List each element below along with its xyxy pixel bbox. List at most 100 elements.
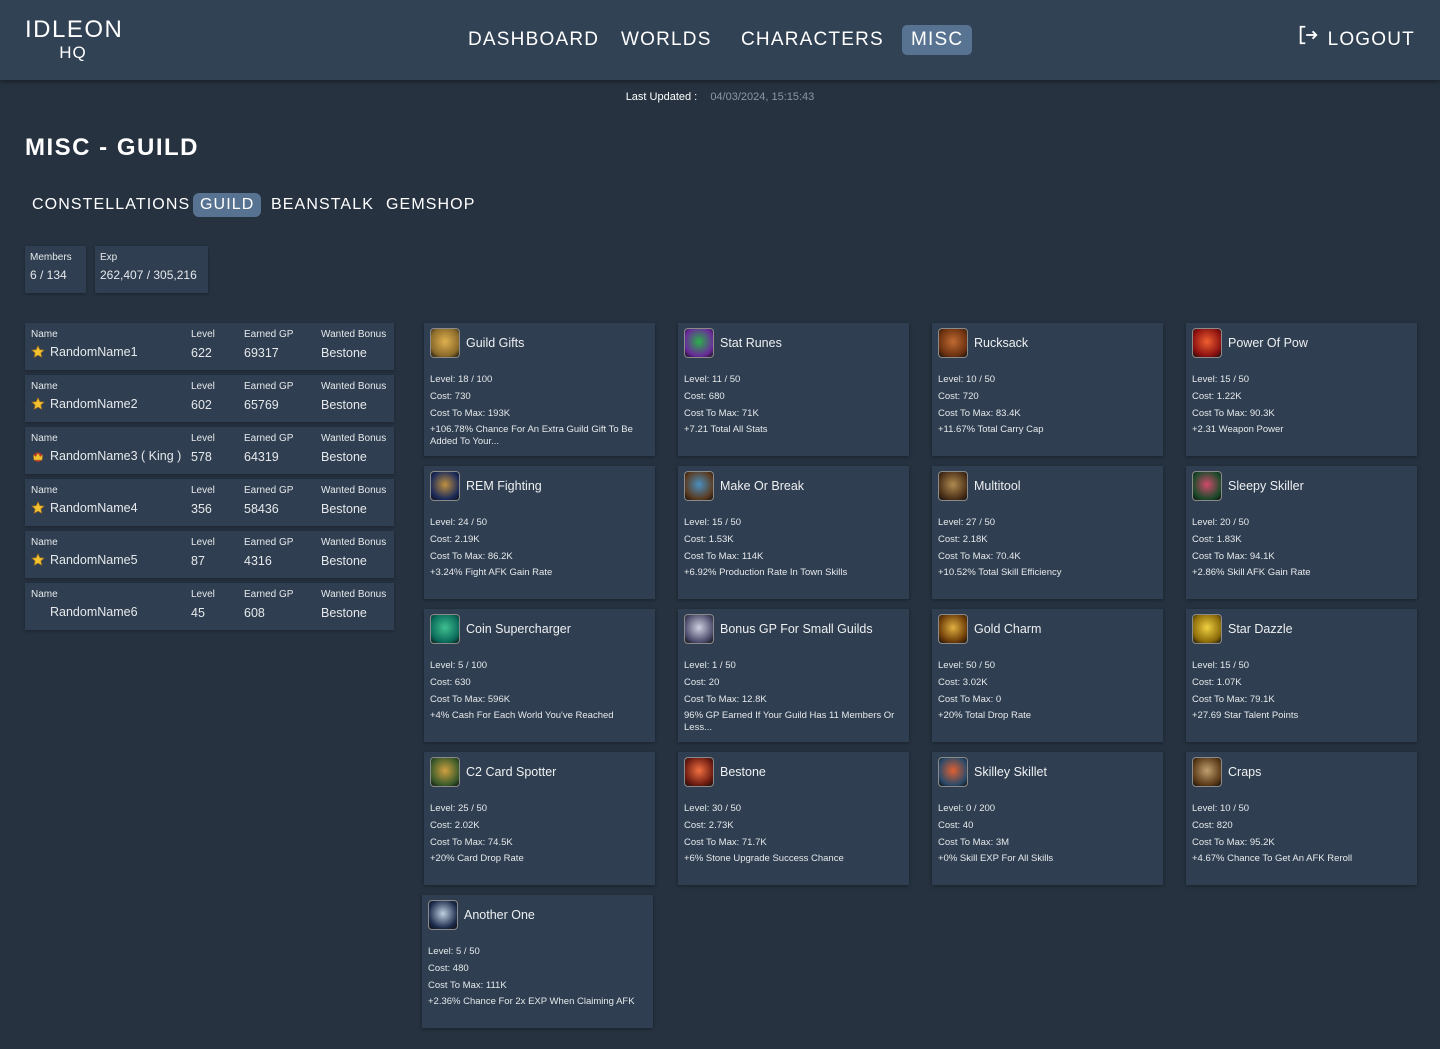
bonus-description: +7.21 Total All Stats xyxy=(684,424,768,435)
member-level: 356 xyxy=(191,502,212,516)
bonus-card-header: Star Dazzle xyxy=(1192,614,1411,644)
bonus-description: +20% Card Drop Rate xyxy=(430,853,524,864)
member-row: Name Level Earned GP Wanted Bonus RandomName… xyxy=(25,427,394,474)
bonus-card-header: Skilley Skillet xyxy=(938,757,1157,787)
bonus-cost: Cost: 1.22K xyxy=(1192,391,1242,402)
tab-gemshop[interactable]: GEMSHOP xyxy=(379,193,483,217)
member-gp: 608 xyxy=(244,606,265,620)
bonus-name: Another One xyxy=(464,908,535,922)
bonus-card-header: Stat Runes xyxy=(684,328,903,358)
bonus-description: 96% GP Earned If Your Guild Has 11 Membe… xyxy=(684,710,895,733)
bonus-description: +11.67% Total Carry Cap xyxy=(938,424,1044,435)
bonus-cost: Cost: 480 xyxy=(428,963,469,974)
member-name-cell: RandomName2 xyxy=(31,397,138,411)
bonus-level: Level: 15 / 50 xyxy=(684,517,742,528)
bonus-cost: Cost: 2.02K xyxy=(430,820,480,831)
name-header: Name xyxy=(31,485,58,496)
bonus-description: +20% Total Drop Rate xyxy=(938,710,1032,721)
member-gp: 69317 xyxy=(244,346,279,360)
members-stat-value: 6 / 134 xyxy=(30,268,67,282)
guild-bonus-card: Rucksack Level: 10 / 50 Cost: 720 Cost To M… xyxy=(932,323,1163,456)
star-dazzle-icon xyxy=(1192,614,1222,644)
bonus-level: Level: 10 / 50 xyxy=(1192,803,1250,814)
bonus-cost-to-max: Cost To Max: 71K xyxy=(684,408,759,419)
bonus-name: Bonus GP For Small Guilds xyxy=(720,622,873,636)
bonus-description: +10.52% Total Skill Efficiency xyxy=(938,567,1062,578)
rank-none xyxy=(31,605,45,619)
power-icon xyxy=(1192,328,1222,358)
member-name: RandomName3 ( King ) xyxy=(50,449,182,463)
bonus-cost: Cost: 2.19K xyxy=(430,534,480,545)
logout-button[interactable]: LOGOUT xyxy=(1297,25,1415,55)
name-header: Name xyxy=(31,433,58,444)
nav-worlds[interactable]: WORLDS xyxy=(612,25,721,55)
level-header: Level xyxy=(191,589,215,600)
level-header: Level xyxy=(191,381,215,392)
exp-stat-value: 262,407 / 305,216 xyxy=(100,268,197,282)
gp-header: Earned GP xyxy=(244,329,294,340)
bonus-level: Level: 24 / 50 xyxy=(430,517,488,528)
gift-icon xyxy=(430,328,460,358)
bonus-cost-to-max: Cost To Max: 71.7K xyxy=(684,837,767,848)
last-updated-value: 04/03/2024, 15:15:43 xyxy=(710,91,815,103)
nav-characters[interactable]: CHARACTERS xyxy=(732,25,893,55)
bonus-name: Rucksack xyxy=(974,336,1029,350)
bonus-cost: Cost: 730 xyxy=(430,391,471,402)
member-name: RandomName5 xyxy=(50,553,138,567)
nav-misc[interactable]: MISC xyxy=(902,25,973,55)
member-wanted-bonus: Bestone xyxy=(321,398,367,412)
guild-bonus-card: Skilley Skillet Level: 0 / 200 Cost: 40 Cos… xyxy=(932,752,1163,885)
name-header: Name xyxy=(31,381,58,392)
bonus-name: Sleepy Skiller xyxy=(1228,479,1304,493)
guild-bonus-card: Make Or Break Level: 15 / 50 Cost: 1.53K Co… xyxy=(678,466,909,599)
guild-bonus-card: Bonus GP For Small Guilds Level: 1 / 50 Co… xyxy=(678,609,909,742)
bonus-cost: Cost: 630 xyxy=(430,677,471,688)
guild-bonus-card: Multitool Level: 27 / 50 Cost: 2.18K Cost T… xyxy=(932,466,1163,599)
tab-guild[interactable]: GUILD xyxy=(193,193,262,217)
bonus-cost: Cost: 1.53K xyxy=(684,534,734,545)
member-name: RandomName4 xyxy=(50,501,138,515)
bonus-cost-to-max: Cost To Max: 193K xyxy=(430,408,511,419)
bonus-header: Wanted Bonus xyxy=(321,329,387,340)
member-wanted-bonus: Bestone xyxy=(321,554,367,568)
bonus-name: Coin Supercharger xyxy=(466,622,571,636)
nav-dashboard[interactable]: DASHBOARD xyxy=(459,25,608,55)
bonus-name: Star Dazzle xyxy=(1228,622,1293,636)
star-icon xyxy=(31,553,45,567)
bonus-header: Wanted Bonus xyxy=(321,381,387,392)
level-header: Level xyxy=(191,485,215,496)
member-level: 622 xyxy=(191,346,212,360)
bonus-cost-to-max: Cost To Max: 3M xyxy=(938,837,1010,848)
name-header: Name xyxy=(31,589,58,600)
bonus-level: Level: 50 / 50 xyxy=(938,660,996,671)
bonus-level: Level: 5 / 50 xyxy=(428,946,480,957)
bonus-name: Stat Runes xyxy=(720,336,782,350)
bonus-name: Guild Gifts xyxy=(466,336,525,350)
members-stat: Members 6 / 134 xyxy=(25,246,86,293)
bonus-name: Multitool xyxy=(974,479,1021,493)
coin-supercharger-icon xyxy=(430,614,460,644)
tab-constellations[interactable]: CONSTELLATIONS xyxy=(25,193,197,217)
tab-beanstalk[interactable]: BEANSTALK xyxy=(264,193,381,217)
bonus-description: +106.78% Chance For An Extra Guild Gift … xyxy=(430,424,633,447)
guild-bonus-card: Stat Runes Level: 11 / 50 Cost: 680 Cost To… xyxy=(678,323,909,456)
bonus-name: C2 Card Spotter xyxy=(466,765,557,779)
gold-charm-icon xyxy=(938,614,968,644)
bonus-cost: Cost: 2.73K xyxy=(684,820,734,831)
skilley-skillet-icon xyxy=(938,757,968,787)
logout-icon xyxy=(1297,24,1319,56)
bonus-level: Level: 18 / 100 xyxy=(430,374,493,385)
star-icon xyxy=(31,397,45,411)
member-name-cell: RandomName1 xyxy=(31,345,138,359)
bonus-cost-to-max: Cost To Max: 95.2K xyxy=(1192,837,1275,848)
bonus-description: +6.92% Production Rate In Town Skills xyxy=(684,567,848,578)
bonus-description: +2.31 Weapon Power xyxy=(1192,424,1284,435)
bonus-cost-to-max: Cost To Max: 79.1K xyxy=(1192,694,1275,705)
bonus-card-header: Coin Supercharger xyxy=(430,614,649,644)
bonus-name: Bestone xyxy=(720,765,766,779)
member-level: 45 xyxy=(191,606,205,620)
bonus-card-header: Craps xyxy=(1192,757,1411,787)
rucksack-icon xyxy=(938,328,968,358)
bonus-description: +4% Cash For Each World You've Reached xyxy=(430,710,614,721)
bonus-cost-to-max: Cost To Max: 74.5K xyxy=(430,837,513,848)
